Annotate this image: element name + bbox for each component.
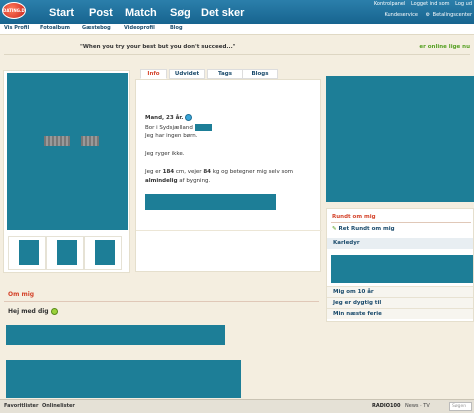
redacted-block [194,124,212,131]
redacted-block [6,360,241,398]
top-navigation-bar: DATING.DK Start Post Match Søg Det sker … [0,0,474,24]
divider [4,301,319,302]
tab-info[interactable]: Info [140,69,167,79]
gear-icon: ⚙ [425,12,431,18]
greeting-text: Hej med dig [8,308,49,315]
divider [136,230,322,231]
greeting-line: Hej med dig [8,308,58,315]
divider [4,54,470,55]
subnav-fotoalbum[interactable]: Fotoalbum [40,25,70,31]
control-panel-link[interactable]: Kontrolpanel [374,1,405,7]
age-line: Mand, 23 år. [145,114,193,121]
redacted-block [145,194,276,210]
smiley-icon [50,308,58,315]
radio-link[interactable]: RADIO100 [372,403,400,409]
profile-quote: "When you try your best but you don't su… [80,44,236,50]
nav-match[interactable]: Match [125,7,157,19]
body-text-a: Jeg er [145,169,161,175]
main-profile-photo[interactable] [7,73,128,230]
nav-start[interactable]: Start [49,7,74,19]
photo-detail [81,136,99,146]
nav-det-sker[interactable]: Det sker [201,7,244,19]
site-logo[interactable]: DATING.DK [2,2,26,19]
body-line: Jeg er 184 cm, vejer 84 kg og betegner m… [145,169,293,175]
om-mig-title: Om mig [8,291,35,298]
photo-detail [44,136,70,146]
util-links-bottom: Kundeservice ⚙ Betalingscenter [378,12,472,18]
qa-dygtig-til[interactable]: Jeg er dygtig til [327,297,473,308]
edit-rundt-label: Ret Rundt om mig [338,226,395,232]
payment-center-link[interactable]: Betalingscenter [433,12,472,18]
rundt-om-mig-title: Rundt om mig [332,214,376,220]
build-text: af bygning. [179,178,211,184]
photo-thumbnail[interactable] [19,240,39,265]
onlinelister-button[interactable]: Onlinelister [42,403,75,409]
logged-in-label: Logget ind som [410,1,450,7]
subnav-blog[interactable]: Blog [170,25,183,31]
photo-thumbnail[interactable] [57,240,77,265]
karledyr-item[interactable]: Karledyr [327,238,473,249]
bottom-bar: Favoritlister Onlinelister RADIO100 News… [0,399,474,413]
body-text-b: cm, vejer [175,169,202,175]
online-status: er online lige nu [419,44,470,50]
nav-soeg[interactable]: Søg [170,7,191,19]
rundt-om-mig-panel: Rundt om mig ✎ Ret Rundt om mig Karledyr… [326,208,474,322]
children-line: Jeg har ingen børn. [145,133,198,139]
right-photo[interactable] [326,76,474,202]
nav-post[interactable]: Post [89,7,113,19]
edit-icon: ✎ [332,226,337,232]
tab-blogs[interactable]: Blogs [242,69,278,79]
photo-thumbnail[interactable] [95,240,115,265]
divider [331,222,471,223]
redacted-block [6,325,225,345]
edit-rundt-link[interactable]: ✎ Ret Rundt om mig [332,226,395,232]
info-panel: Mand, 23 år. Bor i Sydsjælland Jeg har i… [135,79,322,272]
profile-subnav: Vis Profil Fotoalbum Gæstebog Videoprofi… [0,24,474,35]
build-value: almindelig [145,178,178,184]
qa-mig-om-10-aar[interactable]: Mig om 10 år [327,286,473,297]
news-link[interactable]: News · TV [405,403,430,409]
build-line: almindelig af bygning. [145,178,210,184]
logout-link[interactable]: Log ud [455,1,472,7]
smiley-icon [185,114,193,121]
weight-value: 84 [203,169,211,175]
customer-service-link[interactable]: Kundeservice [384,12,418,18]
age-text: Mand, 23 år. [145,115,184,121]
height-value: 184 [162,169,175,175]
util-links-top: Kontrolpanel Logget ind som Log ud [370,1,472,7]
profile-quote-bar: "When you try your best but you don't su… [0,40,474,55]
bottom-search-input[interactable]: Søgen [449,402,472,411]
subnav-gaestebog[interactable]: Gæstebog [82,25,111,31]
smoking-line: Jeg ryger ikke. [145,151,185,157]
subnav-vis-profil[interactable]: Vis Profil [4,25,29,31]
tab-udvidet[interactable]: Udvidet [169,69,205,79]
qa-naeste-ferie[interactable]: Min næste ferie [327,308,473,319]
redacted-block [331,255,473,283]
location-text: Bor i Sydsjælland [145,125,193,131]
body-text-c: kg og betegner mig selv som [212,169,294,175]
location-line: Bor i Sydsjælland [145,124,212,131]
tab-tags[interactable]: Tags [207,69,243,79]
subnav-videoprofil[interactable]: Videoprofil [124,25,155,31]
favoritlister-button[interactable]: Favoritlister [4,403,38,409]
